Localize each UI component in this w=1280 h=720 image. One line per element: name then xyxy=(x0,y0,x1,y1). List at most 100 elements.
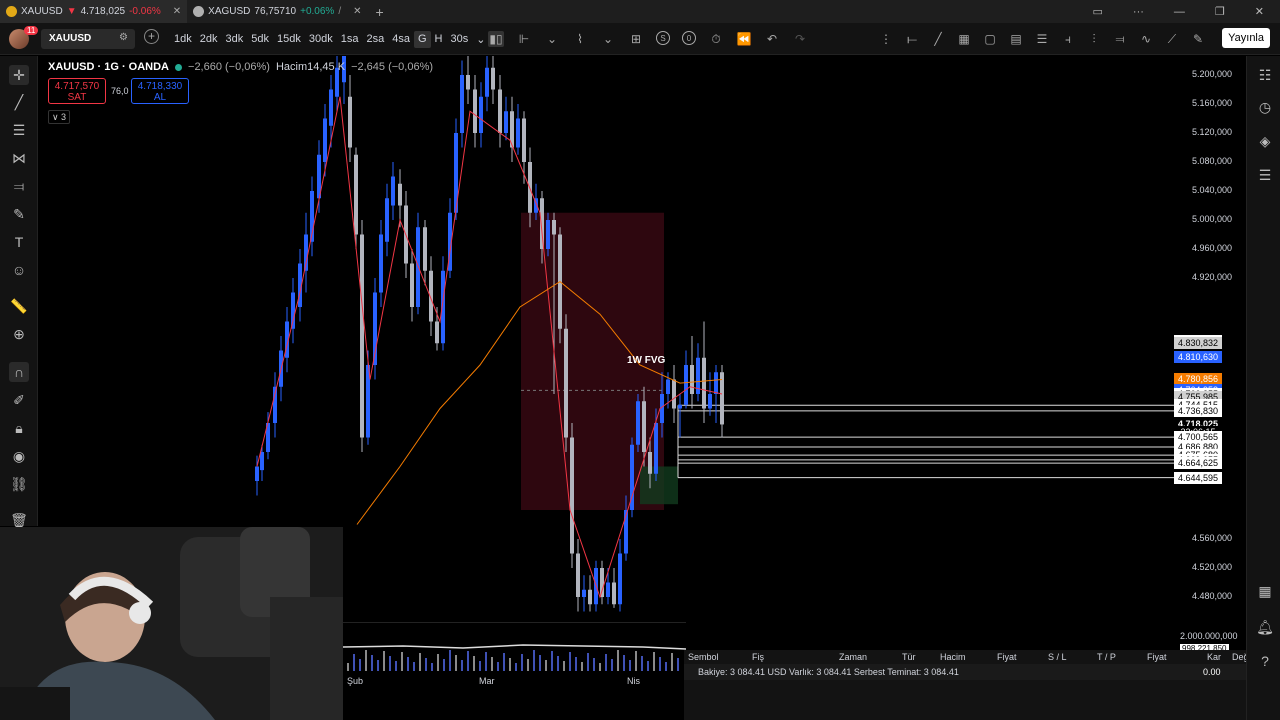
fib-retracement-icon[interactable]: ☰ xyxy=(1034,31,1050,47)
more-icon[interactable]: ··· xyxy=(1133,6,1144,18)
measure-icon[interactable]: ⟋ xyxy=(1164,31,1180,47)
col-type[interactable]: Tür xyxy=(902,652,916,662)
pattern-icon[interactable]: ⋈ xyxy=(9,148,29,168)
replay-icon[interactable]: ⏪ xyxy=(736,31,752,47)
calendar-icon[interactable]: ▦ xyxy=(1256,582,1274,600)
help-icon[interactable]: ? xyxy=(1256,652,1274,670)
grid-icon[interactable]: ▦ xyxy=(956,31,972,47)
tab-xagusd[interactable]: XAGUSD 76,75710 +0.06% / ✕ xyxy=(187,0,367,23)
interval-30s[interactable]: 30s xyxy=(446,31,472,48)
interval-1sa[interactable]: 1sa xyxy=(337,31,363,48)
eye-icon[interactable]: ◉ xyxy=(9,446,29,466)
compare-symbol-button[interactable]: + xyxy=(144,29,159,44)
price-tag[interactable]: 4.736,830 xyxy=(1174,404,1222,417)
price-tick-label: 4.560,000 xyxy=(1191,533,1232,543)
new-tab-button[interactable]: + xyxy=(376,4,384,20)
screen-icon[interactable]: ▭ xyxy=(1093,5,1103,18)
candles-icon[interactable]: ▮▯ xyxy=(488,31,504,47)
chevron-down-icon[interactable]: ⌄ xyxy=(472,31,489,48)
rectangle-icon[interactable]: ▢ xyxy=(982,31,998,47)
lock-icon[interactable]: 🔒︎ xyxy=(9,418,29,438)
col-profit[interactable]: Kar xyxy=(1207,652,1221,662)
price-tag[interactable]: 4.644,595 xyxy=(1174,471,1222,484)
emoji-icon[interactable]: ☺ xyxy=(9,260,29,280)
strategy-0-icon[interactable]: 0 xyxy=(682,31,696,45)
fib-icon[interactable]: ☰ xyxy=(9,120,29,140)
interval-15dk[interactable]: 15dk xyxy=(273,31,305,48)
trend-line-icon[interactable]: ╱ xyxy=(930,31,946,47)
price-tag[interactable]: 4.780,856 xyxy=(1174,372,1222,385)
alerts-icon[interactable]: ◷ xyxy=(1256,98,1274,116)
alert-icon[interactable]: ⏱ xyxy=(708,31,724,47)
close-tab-icon[interactable]: ✕ xyxy=(353,6,361,17)
interval-h[interactable]: H xyxy=(431,31,447,48)
indicators-collapse-button[interactable]: ∨ 3 xyxy=(48,110,70,124)
tab-xauusd[interactable]: XAUUSD ▼ 4.718,025 -0.06% ✕ xyxy=(0,0,188,23)
watchlist-icon[interactable]: ☷ xyxy=(1256,66,1274,84)
notifications-icon[interactable]: 🔔︎ xyxy=(1256,618,1274,636)
interval-1dk[interactable]: 1dk xyxy=(170,31,196,48)
path-icon[interactable]: ∿ xyxy=(1138,31,1154,47)
lock-draw-icon[interactable]: ✐ xyxy=(9,390,29,410)
buy-button[interactable]: 4.718,330 AL xyxy=(131,78,189,104)
channel-icon[interactable]: ⫶ xyxy=(1086,31,1102,47)
layout-icon[interactable]: ⊞ xyxy=(628,31,644,47)
gear-icon[interactable]: ⚙ xyxy=(119,32,128,43)
fib-grid-icon[interactable]: ▤ xyxy=(1008,31,1024,47)
col-sl[interactable]: S / L xyxy=(1048,652,1067,662)
vertical-line-icon[interactable]: ⫞ xyxy=(1060,31,1076,47)
zoom-icon[interactable]: ⊕ xyxy=(9,324,29,344)
col-symbol[interactable]: Sembol xyxy=(688,652,719,662)
interval-3dk[interactable]: 3dk xyxy=(222,31,248,48)
maximize-button[interactable]: ❐ xyxy=(1215,5,1225,18)
projection-icon[interactable]: ⫤ xyxy=(9,176,29,196)
undo-icon[interactable]: ↶ xyxy=(764,31,780,47)
col-ticket[interactable]: Fiş xyxy=(752,652,764,662)
drag-handle-icon[interactable]: ⋮ xyxy=(878,31,894,47)
brush-icon[interactable]: ✎ xyxy=(9,204,29,224)
interval-4sa[interactable]: 4sa xyxy=(388,31,414,48)
magnet-icon[interactable]: ∩ xyxy=(9,362,29,382)
chevron-down-icon[interactable]: ⌄ xyxy=(544,31,560,47)
chat-icon[interactable]: ☰ xyxy=(1256,166,1274,184)
price-tag[interactable]: 4.810,630 xyxy=(1174,351,1222,364)
col-time[interactable]: Zaman xyxy=(839,652,867,662)
link-icon[interactable]: ⛓︎ xyxy=(9,474,29,494)
brush-icon[interactable]: ✎ xyxy=(1190,31,1206,47)
horizontal-line-icon[interactable]: ⟝ xyxy=(904,31,920,47)
volume-bar xyxy=(485,652,487,671)
col-tp[interactable]: T / P xyxy=(1097,652,1116,662)
sell-button[interactable]: 4.717,570 SAT xyxy=(48,78,106,104)
minimize-button[interactable]: — xyxy=(1174,6,1185,18)
close-tab-icon[interactable]: ✕ xyxy=(173,6,181,17)
col-price[interactable]: Fiyat xyxy=(997,652,1017,662)
indicators-icon[interactable]: ⌇ xyxy=(572,31,588,47)
bars-icon[interactable]: ⊩ xyxy=(516,31,532,47)
chevron-down-icon[interactable]: ⌄ xyxy=(600,31,616,47)
ruler-icon[interactable]: 📏 xyxy=(9,296,29,316)
crosshair-icon[interactable]: ✛ xyxy=(9,65,29,85)
layers-icon[interactable]: ◈ xyxy=(1256,132,1274,150)
legend-title[interactable]: XAUUSD · 1G · OANDA xyxy=(48,61,169,73)
volume-bar xyxy=(371,655,373,671)
parallel-channel-icon[interactable]: ⫤ xyxy=(1112,31,1128,47)
time-axis[interactable]: Şub Mar Nis xyxy=(343,674,683,688)
price-tag[interactable]: 4.830,832 xyxy=(1174,336,1222,349)
interval-2sa[interactable]: 2sa xyxy=(362,31,388,48)
publish-button[interactable]: Yayınla xyxy=(1222,28,1270,48)
price-tag[interactable]: 4.664,625 xyxy=(1174,457,1222,470)
redo-icon[interactable]: ↷ xyxy=(792,31,808,47)
col-volume[interactable]: Hacim xyxy=(940,652,966,662)
interval-30dk[interactable]: 30dk xyxy=(305,31,337,48)
volume-pane[interactable] xyxy=(342,622,687,672)
col-price2[interactable]: Fiyat xyxy=(1147,652,1167,662)
close-window-button[interactable]: ✕ xyxy=(1255,5,1264,18)
trend-line-icon[interactable]: ╱ xyxy=(9,92,29,112)
interval-g[interactable]: G xyxy=(413,31,431,48)
text-icon[interactable]: T xyxy=(9,232,29,252)
interval-2dk[interactable]: 2dk xyxy=(196,31,222,48)
price-axis[interactable]: 5.200,000 5.160,000 5.120,000 5.080,000 5.04… xyxy=(1174,56,1244,618)
strategy-s-icon[interactable]: S xyxy=(656,31,670,45)
fvg-label[interactable]: 1W FVG xyxy=(627,355,665,366)
interval-5dk[interactable]: 5dk xyxy=(247,31,273,48)
